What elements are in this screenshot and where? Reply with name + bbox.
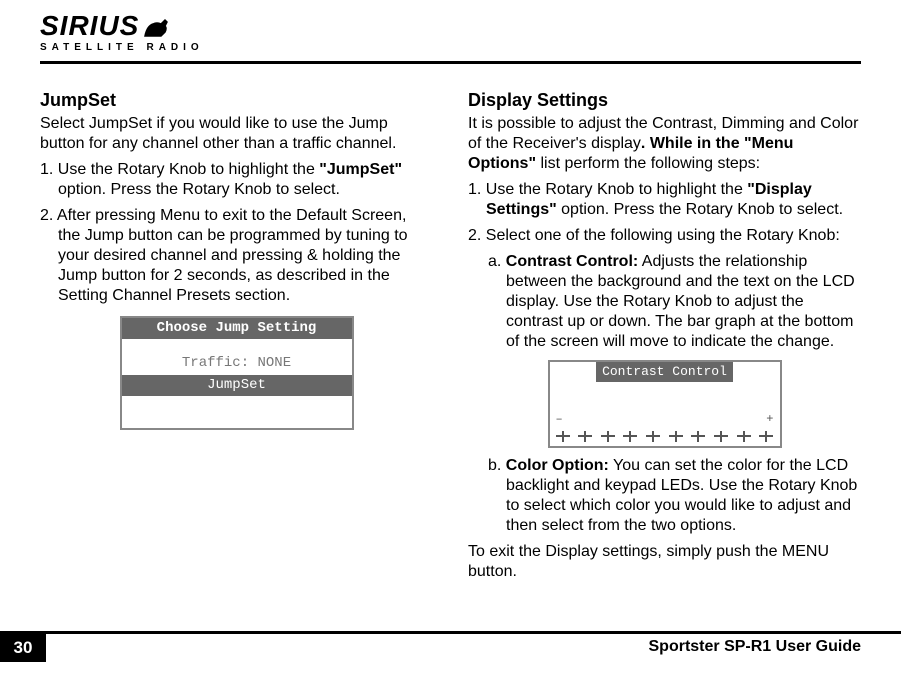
- brand-logo: SIRIUS SATELLITE RADIO: [40, 12, 861, 53]
- display-settings-heading: Display Settings: [468, 89, 861, 112]
- header-rule: [40, 61, 861, 64]
- text: option. Press the Rotary Knob to select.: [557, 201, 843, 218]
- lcd-jump-setting: Choose Jump Setting Traffic: NONE JumpSe…: [120, 316, 354, 431]
- text-bold: Color Option:: [506, 457, 609, 474]
- plus-icon: +: [766, 412, 773, 427]
- bar-icon: [714, 431, 728, 442]
- bar-icon: [623, 431, 637, 442]
- display-exit: To exit the Display settings, simply pus…: [468, 542, 861, 582]
- lcd2-bars: [550, 431, 780, 446]
- lcd-line-traffic: Traffic: NONE: [122, 353, 352, 375]
- page-footer: 30 Sportster SP-R1 User Guide: [0, 631, 901, 662]
- lcd-blank: [122, 396, 352, 428]
- brand-main: SIRIUS: [40, 10, 139, 41]
- lcd2-spacer: [550, 382, 780, 412]
- right-column: Display Settings It is possible to adjus…: [468, 89, 861, 588]
- text-bold: . While in the: [641, 135, 744, 152]
- jumpset-intro: Select JumpSet if you would like to use …: [40, 114, 433, 154]
- text: 1. Use the Rotary Knob to highlight the: [468, 181, 747, 198]
- bar-icon: [759, 431, 773, 442]
- guide-title: Sportster SP-R1 User Guide: [649, 634, 862, 656]
- text: option. Press the Rotary Knob to select.: [58, 181, 340, 198]
- bar-icon: [737, 431, 751, 442]
- display-sub-a: a. Contrast Control: Adjusts the relatio…: [468, 252, 861, 352]
- bar-icon: [556, 431, 570, 442]
- minus-icon: –: [556, 412, 563, 427]
- bar-icon: [691, 431, 705, 442]
- jumpset-heading: JumpSet: [40, 89, 433, 112]
- bar-icon: [646, 431, 660, 442]
- display-sub-b: b. Color Option: You can set the color f…: [468, 456, 861, 536]
- display-step-2: 2. Select one of the following using the…: [468, 226, 861, 246]
- left-column: JumpSet Select JumpSet if you would like…: [40, 89, 433, 588]
- page-number: 30: [0, 634, 46, 662]
- text: list perform the following steps:: [536, 155, 760, 172]
- lcd2-scale-labels: – +: [550, 412, 780, 431]
- lcd-line-selected: JumpSet: [122, 375, 352, 397]
- lcd-gap: [122, 339, 352, 353]
- display-settings-intro: It is possible to adjust the Contrast, D…: [468, 114, 861, 174]
- text-bold: Contrast Control:: [506, 253, 638, 270]
- bar-icon: [601, 431, 615, 442]
- brand-sub: SATELLITE RADIO: [40, 42, 861, 53]
- content-columns: JumpSet Select JumpSet if you would like…: [40, 89, 861, 588]
- jumpset-step-2: 2. After pressing Menu to exit to the De…: [40, 206, 433, 306]
- dog-icon: [143, 15, 171, 35]
- text: a.: [488, 253, 506, 270]
- lcd2-header: Contrast Control: [596, 362, 733, 382]
- lcd-header: Choose Jump Setting: [122, 318, 352, 340]
- jumpset-step-1: 1. Use the Rotary Knob to highlight the …: [40, 160, 433, 200]
- text-bold: "JumpSet": [319, 161, 402, 178]
- display-step-1: 1. Use the Rotary Knob to highlight the …: [468, 180, 861, 220]
- text: 1. Use the Rotary Knob to highlight the: [40, 161, 319, 178]
- text: b.: [488, 457, 506, 474]
- bar-icon: [669, 431, 683, 442]
- bar-icon: [578, 431, 592, 442]
- lcd-contrast: Contrast Control – +: [548, 360, 782, 448]
